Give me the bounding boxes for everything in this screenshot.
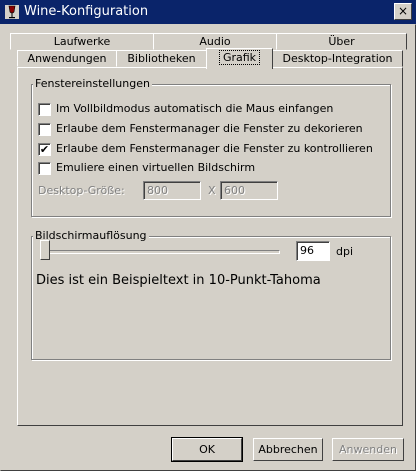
checkbox-label: Emuliere einen virtuellen Bildschirm bbox=[56, 161, 256, 174]
wine-glass-icon bbox=[5, 5, 19, 19]
window-settings-label: Fenstereinstellungen bbox=[33, 77, 152, 90]
tab-bibliotheken[interactable]: Bibliotheken bbox=[116, 50, 207, 67]
tab-label: Laufwerke bbox=[53, 35, 111, 48]
tab-ueber[interactable]: Über bbox=[276, 33, 407, 50]
desktop-height-field: 600 bbox=[220, 181, 278, 200]
tab-panel-grafik: Fenstereinstellungen Im Vollbildmodus au… bbox=[17, 67, 403, 426]
dpi-input[interactable]: 96 bbox=[296, 241, 330, 261]
tab-label: Anwendungen bbox=[27, 52, 107, 65]
checkbox-capture-mouse[interactable] bbox=[38, 103, 51, 116]
close-button[interactable]: × bbox=[394, 3, 412, 20]
checkbox-label: Erlaube dem Fenstermanager die Fenster z… bbox=[56, 122, 363, 135]
tab-label: Über bbox=[328, 35, 355, 48]
tab-label: Bibliotheken bbox=[127, 52, 196, 65]
cancel-button[interactable]: Abbrechen bbox=[253, 438, 323, 461]
dpi-slider-thumb[interactable] bbox=[40, 240, 50, 260]
window-title: Wine-Konfiguration bbox=[24, 4, 149, 19]
close-icon: × bbox=[397, 4, 409, 18]
dpi-slider-track[interactable] bbox=[40, 250, 280, 254]
tab-grafik[interactable]: Grafik bbox=[206, 48, 273, 69]
checkmark-icon: ✔ bbox=[39, 143, 50, 156]
ok-button[interactable]: OK bbox=[171, 437, 243, 462]
desktop-size-label: Desktop-Größe: bbox=[38, 184, 125, 197]
resolution-label: Bildschirmauflösung bbox=[33, 229, 149, 242]
checkbox-label: Im Vollbildmodus automatisch die Maus ei… bbox=[56, 102, 334, 115]
tab-anwendungen[interactable]: Anwendungen bbox=[17, 50, 117, 67]
tab-label: Audio bbox=[199, 35, 231, 48]
size-separator: X bbox=[208, 184, 216, 197]
checkbox-virtual-desktop[interactable] bbox=[38, 162, 51, 175]
tab-label: Grafik bbox=[218, 50, 261, 65]
title-bar[interactable]: Wine-Konfiguration × bbox=[0, 0, 416, 24]
apply-button[interactable]: Anwenden bbox=[332, 438, 404, 461]
checkbox-control-windows[interactable]: ✔ bbox=[38, 143, 51, 156]
checkbox-label: Erlaube dem Fenstermanager die Fenster z… bbox=[56, 142, 373, 155]
tab-desktop-integration[interactable]: Desktop-Integration bbox=[272, 50, 403, 67]
checkbox-decorate-windows[interactable] bbox=[38, 123, 51, 136]
tab-label: Desktop-Integration bbox=[282, 52, 393, 65]
dpi-unit-label: dpi bbox=[336, 245, 354, 258]
sample-text: Dies ist ein Beispieltext in 10-Punkt-Ta… bbox=[36, 273, 321, 288]
desktop-width-field: 800 bbox=[143, 181, 201, 200]
tab-laufwerke[interactable]: Laufwerke bbox=[10, 33, 154, 50]
